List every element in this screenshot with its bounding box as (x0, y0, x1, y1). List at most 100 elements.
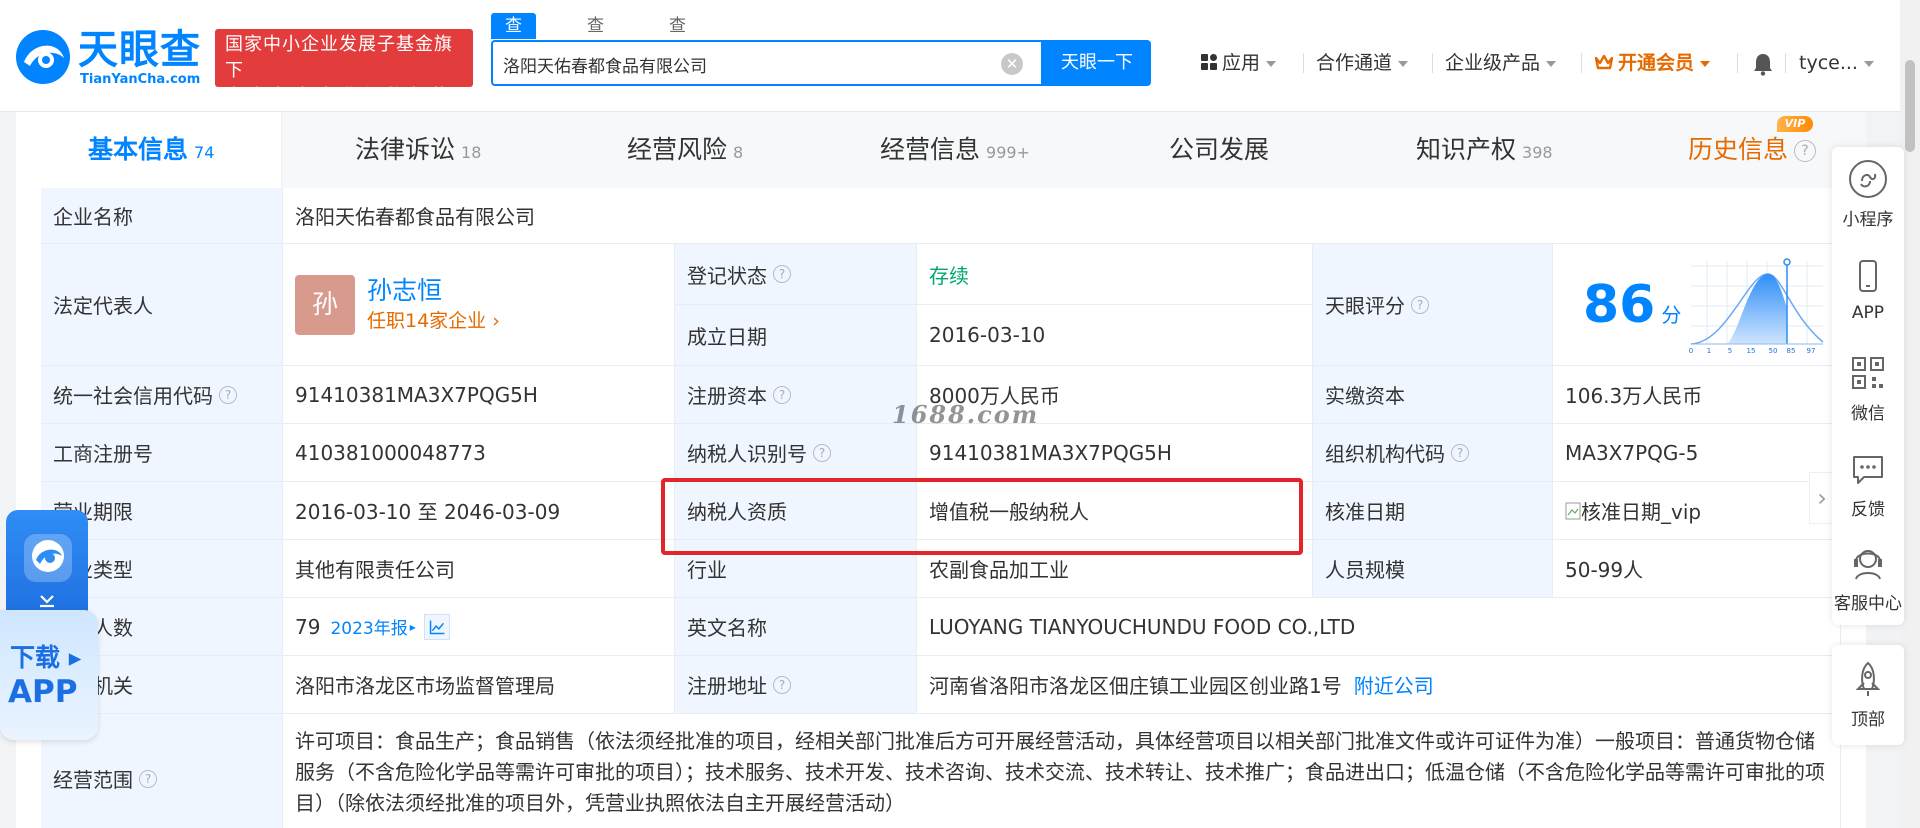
company-detail-card: 基本信息 74 法律诉讼 18 经营风险 8 经营信息 999+ 公司发展 知识产权 39… (16, 112, 1866, 828)
help-icon[interactable]: ? (219, 385, 237, 404)
score-tick: 85 (1787, 347, 1796, 355)
nav-divider (1581, 53, 1582, 73)
tab-legal[interactable]: 法律诉讼 18 (355, 132, 481, 168)
tab-ip[interactable]: 知识产权 398 (1416, 132, 1553, 168)
legal-rep-name-link[interactable]: 孙志恒 (367, 275, 500, 307)
nav-apps-label: 应用 (1222, 52, 1261, 74)
value-reg-authority: 洛阳市洛龙区市场监督管理局 (283, 656, 675, 714)
search-tab-relation[interactable]: 查关系 (669, 13, 686, 88)
help-icon[interactable]: ? (813, 443, 831, 462)
nav-divider (1737, 53, 1738, 73)
chevron-down-icon (1863, 60, 1874, 67)
nav-user-label: tyce... (1799, 52, 1858, 74)
search-tab-company[interactable]: 查公司 (491, 13, 536, 88)
help-icon[interactable]: ? (1451, 443, 1469, 462)
value-org-code: MA3X7PQG-5 (1553, 424, 1841, 482)
label-approve-date: 核准日期 (1313, 482, 1553, 540)
value-english-name: LUOYANG TIANYOUCHUNDU FOOD CO.,LTD (917, 598, 1841, 656)
scrollbar-thumb[interactable] (1905, 60, 1915, 152)
help-icon[interactable]: ? (773, 675, 791, 694)
logo-url: TianYanCha.com (80, 72, 201, 87)
nearby-companies-link[interactable]: 附近公司 (1354, 670, 1434, 699)
nav-user[interactable]: tyce... (1799, 48, 1874, 78)
apps-grid-icon (1201, 54, 1217, 70)
tab-operation[interactable]: 经营信息 999+ (880, 132, 1030, 168)
nav-channel[interactable]: 合作通道 (1316, 48, 1409, 78)
feedback-button[interactable]: 反馈 (1832, 449, 1904, 520)
nav-divider (1785, 53, 1786, 73)
nav-vip[interactable]: 开通会员 (1594, 48, 1711, 78)
app-logo-icon (24, 534, 72, 582)
chevron-down-icon (1266, 60, 1277, 67)
help-icon[interactable]: ? (1794, 140, 1817, 162)
chevron-down-icon (1398, 60, 1409, 67)
score-tick: 15 (1747, 347, 1756, 355)
label-biz-reg-no: 工商注册号 (41, 424, 283, 482)
download-app-float[interactable]: 下载 ▸ APP (0, 508, 98, 744)
nav-enterprise[interactable]: 企业级产品 (1445, 48, 1557, 78)
app-button[interactable]: APP (1832, 257, 1904, 323)
score-cell[interactable]: 86 分 0 1 5 15 50 85 97 (1553, 244, 1841, 366)
nav-vip-label: 开通会员 (1618, 52, 1695, 74)
mini-program-icon (1849, 160, 1887, 198)
value-biz-scope: 许可项目：食品生产；食品销售（依法须经批准的项目，经相关部门批准后方可开展经营活… (283, 714, 1841, 828)
help-icon[interactable]: ? (773, 385, 791, 404)
legal-rep-cell: 孙 孙志恒 任职14家企业 › (283, 244, 675, 366)
tab-development[interactable]: 公司发展 (1169, 132, 1269, 168)
trend-chart-icon[interactable] (423, 613, 450, 640)
score-tick: 0 (1689, 347, 1693, 355)
download-label: 下载 ▸ (10, 643, 82, 672)
reg-address-cell: 河南省洛阳市洛龙区佃庄镇工业园区创业路1号 附近公司 (917, 656, 1841, 714)
score-tick: 5 (1728, 347, 1732, 355)
tab-risk[interactable]: 经营风险 8 (627, 132, 743, 168)
clear-search-icon[interactable]: ✕ (1001, 53, 1023, 75)
label-org-code: 组织机构代码? (1313, 424, 1553, 482)
right-float-toolbar: 小程序 APP 微信 反馈 客服中心 (1832, 147, 1904, 625)
label-company-name: 企业名称 (41, 188, 283, 244)
value-paid-capital: 106.3万人民币 (1553, 366, 1841, 424)
avatar[interactable]: 孙 (295, 274, 355, 335)
gov-badge: 国家中小企业发展子基金旗下 官方备案企业征信机构 (215, 29, 473, 107)
annual-report-link[interactable]: 2023年报 (330, 614, 407, 639)
chevron-down-icon (1700, 60, 1711, 67)
label-reg-capital: 注册资本? (675, 366, 917, 424)
value-approve-date[interactable]: 核准日期_vip (1553, 482, 1841, 540)
download-app-label: APP (8, 674, 78, 710)
label-reg-status: 登记状态? (675, 244, 917, 305)
help-icon[interactable]: ? (773, 265, 791, 283)
nav-channel-label: 合作通道 (1316, 52, 1393, 74)
tab-history[interactable]: 历史信息? (1688, 132, 1817, 168)
download-arrow-icon (40, 595, 54, 608)
score-tick: 50 (1769, 347, 1778, 355)
value-insured: 79 (295, 614, 321, 639)
rocket-icon (1855, 661, 1881, 696)
chat-bubble-icon (1853, 456, 1883, 484)
value-company-type: 其他有限责任公司 (283, 540, 675, 598)
chevron-down-icon (1546, 60, 1557, 67)
detail-tab-bar: 基本信息 74 法律诉讼 18 经营风险 8 经营信息 999+ 公司发展 知识产权 39… (16, 112, 1866, 188)
gov-badge-line2: 官方备案企业征信机构 (225, 86, 455, 107)
nav-apps[interactable]: 应用 (1200, 48, 1277, 78)
search-tab-boss[interactable]: 查老板 (587, 13, 604, 88)
tianyancha-logo[interactable]: 天眼查 TianYanCha.com (14, 28, 210, 87)
search-box: ✕ (491, 40, 1043, 86)
mini-program-button[interactable]: 小程序 (1832, 159, 1904, 230)
label-legal-rep: 法定代表人 (41, 244, 283, 366)
bell-icon[interactable] (1752, 52, 1774, 76)
help-icon[interactable]: ? (139, 769, 157, 788)
search-input[interactable] (503, 50, 983, 78)
help-icon[interactable]: ? (1411, 295, 1429, 314)
label-score: 天眼评分? (1313, 244, 1553, 366)
search-button[interactable]: 天眼一下 (1043, 40, 1151, 86)
tab-basic-info[interactable]: 基本信息 74 (88, 132, 214, 168)
back-to-top-button[interactable]: 顶部 (1832, 645, 1904, 745)
logo-eye-icon (16, 30, 70, 84)
label-paid-capital: 实缴资本 (1313, 366, 1553, 424)
legal-rep-positions-link[interactable]: 任职14家企业 › (367, 307, 500, 335)
wechat-button[interactable]: 微信 (1832, 353, 1904, 424)
value-reg-address: 河南省洛阳市洛龙区佃庄镇工业园区创业路1号 (929, 674, 1342, 698)
label-english-name: 英文名称 (675, 598, 917, 656)
value-biz-reg-no: 410381000048773 (283, 424, 675, 482)
label-taxpayer-id: 纳税人识别号? (675, 424, 917, 482)
customer-service-button[interactable]: 客服中心 (1832, 543, 1904, 614)
